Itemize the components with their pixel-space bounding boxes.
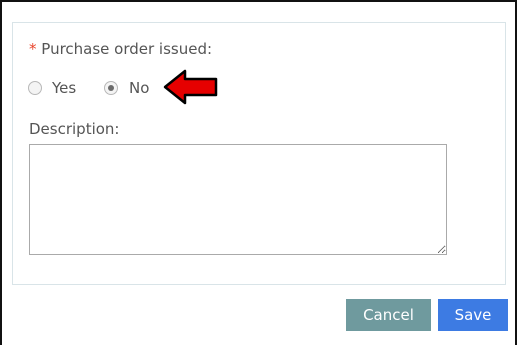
radio-yes-label[interactable]: Yes [52,78,76,98]
radio-no[interactable] [104,81,118,95]
description-label: Description: [29,120,120,138]
purchase-order-label: * Purchase order issued: [29,39,212,59]
red-left-arrow-icon [163,69,218,105]
purchase-order-label-text: Purchase order issued: [41,40,213,58]
required-asterisk: * [29,40,37,58]
description-textarea[interactable] [29,144,447,255]
radio-no-label[interactable]: No [129,78,149,98]
cancel-button[interactable]: Cancel [346,299,431,331]
radio-yes[interactable] [28,81,42,95]
save-button[interactable]: Save [438,299,508,331]
